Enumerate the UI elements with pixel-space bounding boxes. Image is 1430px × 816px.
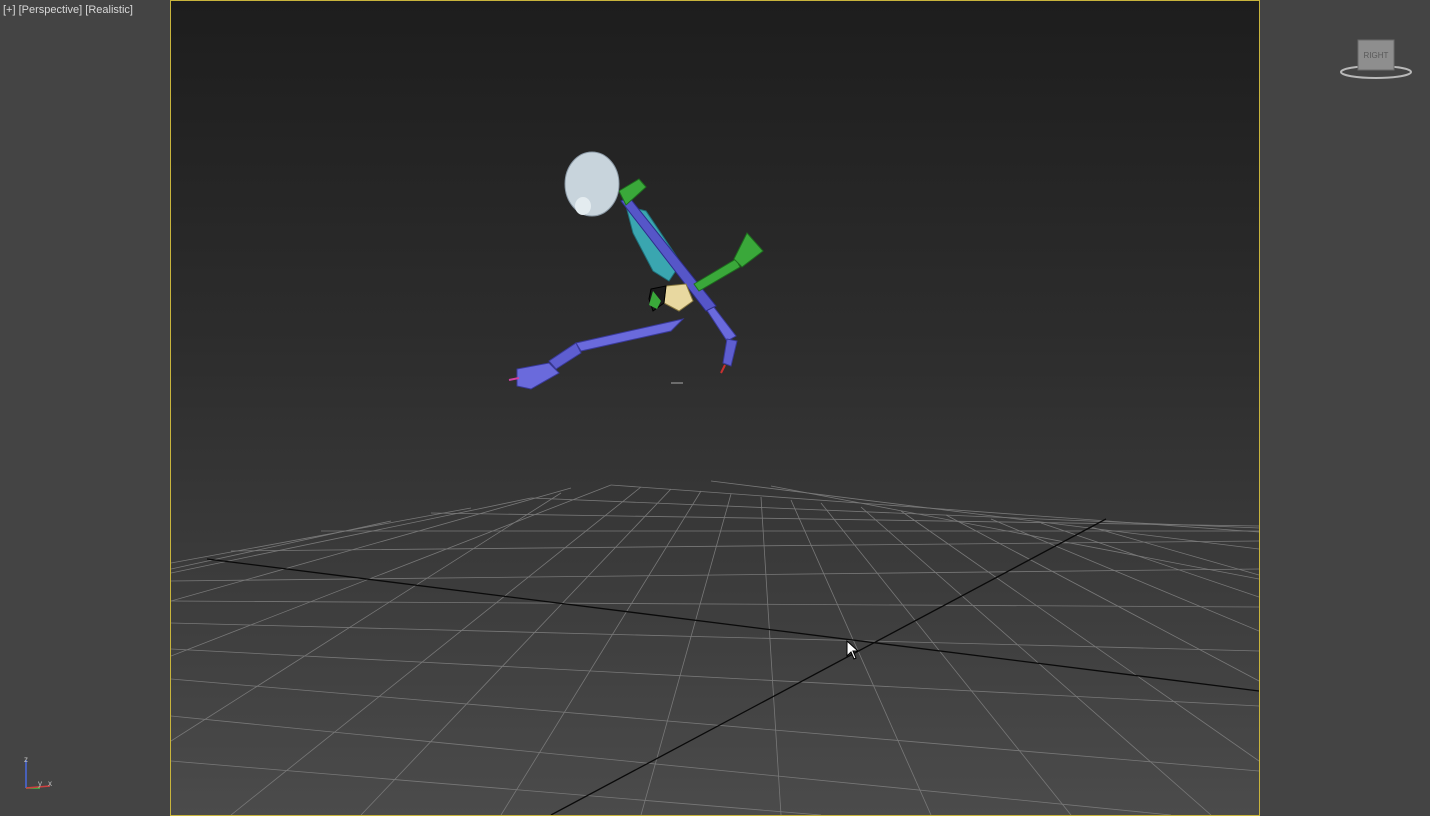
viewport-menu-view[interactable]: [Perspective] (19, 4, 83, 16)
finger-marker (720, 364, 726, 374)
foot-bone (516, 362, 560, 390)
viewport-menu-shading[interactable]: [Realistic] (85, 4, 133, 16)
axis-z-label: z (24, 755, 28, 764)
lower-limb-bone (722, 338, 738, 367)
axis-y-label: y (38, 779, 42, 788)
viewcube-face-label: RIGHT (1364, 51, 1389, 60)
axis-tripod-icon: z y x (18, 752, 58, 794)
world-axis-y (550, 518, 1107, 815)
viewport-menu-plus[interactable]: [+] (3, 4, 16, 16)
skull-bone (564, 151, 620, 217)
world-axis-x (206, 558, 1259, 692)
calf-bone (548, 342, 582, 370)
thigh-bone (575, 318, 685, 352)
skull-face (575, 197, 591, 215)
biped-skeleton[interactable] (508, 151, 764, 390)
scene-canvas (171, 151, 1259, 815)
perspective-viewport[interactable] (170, 0, 1260, 816)
viewcube-icon[interactable]: RIGHT (1338, 38, 1414, 82)
hand-bone (733, 232, 764, 268)
axis-x-label: x (48, 779, 52, 788)
ground-grid (171, 480, 1259, 815)
viewport-label-bar: [+] [Perspective] [Realistic] (3, 4, 133, 16)
mouse-cursor-icon (846, 639, 860, 660)
arm-bone (693, 258, 741, 292)
